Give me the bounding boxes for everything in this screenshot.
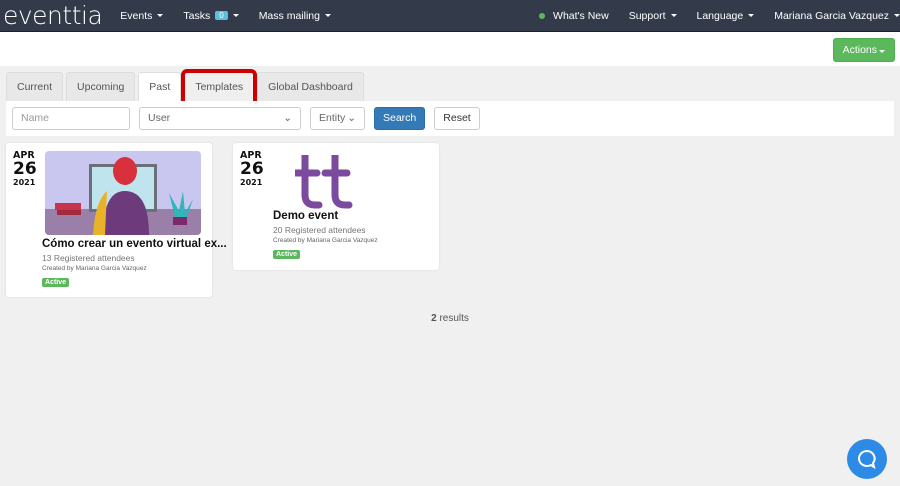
name-input[interactable]: Name (12, 107, 130, 130)
status-dot-icon (539, 12, 546, 19)
support-label: Support (628, 9, 666, 22)
event-date: APR 26 2021 (13, 150, 37, 187)
user-name: Mariana Garcia Vazquez (774, 9, 889, 22)
date-year: 2021 (240, 178, 263, 187)
event-title[interactable]: Demo event (273, 210, 378, 222)
date-year: 2021 (13, 178, 36, 187)
search-button[interactable]: Search (374, 107, 426, 130)
tab-upcoming[interactable]: Upcoming (66, 72, 136, 102)
reset-button[interactable]: Reset (434, 107, 480, 130)
caret-down-icon (324, 14, 331, 17)
event-created-by: Created by Mariana Garcia Vazquez (273, 237, 378, 244)
tab-past[interactable]: Past (138, 72, 182, 102)
actions-label: Actions (842, 44, 877, 56)
action-bar: Actions (0, 32, 900, 66)
chevron-down-icon: ⌄ (283, 112, 292, 124)
support-menu[interactable]: Support (629, 10, 677, 22)
illustration (45, 157, 201, 235)
actions-button[interactable]: Actions (832, 38, 895, 62)
mass-mailing-menu[interactable]: Mass mailing (259, 10, 331, 22)
event-image (45, 151, 201, 235)
event-date: APR 26 2021 (240, 150, 264, 187)
entity-select[interactable]: Entity ⌄ (310, 107, 365, 130)
events-label: Events (120, 9, 153, 22)
language-label: Language (696, 9, 744, 22)
event-card[interactable]: APR 26 2021 Demo event 20 Registered atten… (233, 143, 439, 270)
event-logo-tt (295, 155, 353, 209)
events-menu[interactable]: Events (120, 9, 164, 22)
event-info: Demo event 20 Registered attendees Creat… (273, 210, 378, 259)
caret-down-icon (670, 14, 677, 17)
status-badge: Active (42, 278, 70, 287)
mass-mailing-label: Mass mailing (258, 9, 320, 22)
event-attendees: 20 Registered attendees (273, 225, 366, 235)
language-menu[interactable]: Language (697, 10, 755, 22)
date-day: 26 (13, 159, 37, 179)
results-label: results (439, 313, 469, 324)
chat-button[interactable] (847, 439, 887, 479)
event-tabs: Current Upcoming Past Templates Global D… (6, 69, 364, 105)
chevron-down-icon: ⌄ (347, 112, 356, 124)
date-day: 26 (240, 159, 264, 179)
event-created-by: Created by Mariana Garcia Vazquez (42, 265, 147, 272)
user-menu[interactable]: Mariana Garcia Vazquez (774, 10, 900, 22)
whats-new-label: What's New (553, 9, 609, 22)
event-card[interactable]: APR 26 2021 Cómo crear un evento virtual e… (6, 143, 227, 297)
top-navbar: eventtia Events Tasks 0 Mass mailing What… (0, 0, 900, 32)
tasks-badge: 0 (215, 11, 228, 20)
tab-global-dashboard[interactable]: Global Dashboard (257, 72, 364, 102)
chat-bubble-icon (858, 449, 876, 469)
user-select[interactable]: User ⌄ (139, 107, 301, 130)
whats-new-link[interactable]: What's New (539, 10, 609, 22)
event-attendees: 13 Registered attendees (42, 253, 135, 263)
tasks-label: Tasks (183, 9, 211, 22)
entity-select-value: Entity (319, 112, 346, 124)
filter-bar: Name User ⌄ Entity ⌄ Search Reset (6, 101, 894, 136)
caret-down-icon (894, 14, 900, 17)
user-select-value: User (148, 112, 171, 124)
event-title[interactable]: Cómo crear un evento virtual ex... (42, 238, 227, 250)
caret-down-icon (157, 14, 164, 17)
event-info: Cómo crear un evento virtual ex... 13 Re… (42, 238, 227, 287)
logo[interactable]: eventtia (3, 1, 103, 30)
caret-down-icon (879, 50, 885, 53)
caret-down-icon (232, 14, 239, 17)
results-number: 2 (431, 313, 437, 324)
tab-current[interactable]: Current (6, 72, 64, 102)
tab-templates[interactable]: Templates (181, 69, 258, 105)
results-count: 2 results (0, 313, 900, 324)
status-badge: Active (273, 250, 301, 259)
tasks-menu[interactable]: Tasks 0 (183, 9, 239, 22)
caret-down-icon (748, 14, 755, 17)
